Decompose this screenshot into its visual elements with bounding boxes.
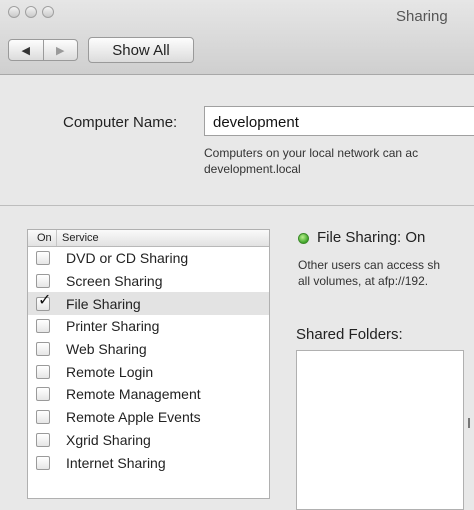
service-checkbox[interactable] <box>36 251 50 266</box>
status-indicator-icon <box>298 233 309 244</box>
close-window-icon[interactable] <box>8 6 20 18</box>
service-row[interactable]: Web Sharing <box>28 338 269 361</box>
show-all-button[interactable]: Show All <box>88 37 194 63</box>
service-description: Other users can access sh all volumes, a… <box>298 258 441 288</box>
column-header-on[interactable]: On <box>28 230 57 246</box>
service-label: Internet Sharing <box>66 454 166 471</box>
computer-name-label: Computer Name: <box>63 114 178 131</box>
service-label: Web Sharing <box>66 341 147 358</box>
service-label: Remote Management <box>66 386 201 403</box>
service-row[interactable]: DVD or CD Sharing <box>28 247 269 270</box>
service-checkbox[interactable]: ✓ <box>36 292 51 311</box>
service-checkbox[interactable] <box>36 432 50 447</box>
shared-folders-list[interactable] <box>296 350 464 510</box>
service-checkbox[interactable] <box>36 274 50 289</box>
computer-name-field[interactable]: development <box>204 106 474 136</box>
service-row[interactable]: Remote Management <box>28 383 269 406</box>
service-label: Xgrid Sharing <box>66 431 151 448</box>
service-checkbox[interactable] <box>36 410 50 425</box>
minimize-window-icon[interactable] <box>25 6 37 18</box>
window-title: Sharing <box>396 8 448 25</box>
service-label: File Sharing <box>66 295 141 312</box>
service-label: DVD or CD Sharing <box>66 250 189 267</box>
column-header-service[interactable]: Service <box>57 232 99 244</box>
service-checkbox[interactable] <box>36 455 50 470</box>
service-row[interactable]: Screen Sharing <box>28 270 269 293</box>
service-status: File Sharing: On <box>317 229 426 246</box>
service-row[interactable]: Printer Sharing <box>28 315 269 338</box>
service-checkbox[interactable] <box>36 342 50 357</box>
service-checkbox[interactable] <box>36 364 50 379</box>
navigation-buttons: ◀ ▶ <box>8 39 78 61</box>
zoom-window-icon[interactable] <box>42 6 54 18</box>
service-row[interactable]: ✓ File Sharing <box>28 292 269 316</box>
service-row[interactable]: Remote Apple Events <box>28 406 269 429</box>
services-table-header: On Service <box>28 230 269 247</box>
service-label: Screen Sharing <box>66 273 163 290</box>
service-row[interactable]: Remote Login <box>28 360 269 383</box>
service-row[interactable]: Internet Sharing <box>28 451 269 474</box>
divider-handle[interactable] <box>468 418 470 428</box>
service-checkbox[interactable] <box>36 387 50 402</box>
service-label: Remote Apple Events <box>66 409 201 426</box>
section-divider <box>0 205 474 206</box>
service-checkbox[interactable] <box>36 319 50 334</box>
forward-arrow-icon[interactable]: ▶ <box>42 40 78 60</box>
services-table: On Service DVD or CD Sharing Screen Shari… <box>27 229 270 499</box>
window-titlebar: Sharing ◀ ▶ Show All <box>0 0 474 75</box>
computer-name-description: Computers on your local network can ac d… <box>204 146 419 176</box>
service-label: Printer Sharing <box>66 318 160 335</box>
service-label: Remote Login <box>66 363 154 380</box>
service-row[interactable]: Xgrid Sharing <box>28 429 269 452</box>
back-arrow-icon[interactable]: ◀ <box>9 40 43 60</box>
shared-folders-label: Shared Folders: <box>296 326 403 343</box>
checkmark-icon: ✓ <box>38 291 52 309</box>
